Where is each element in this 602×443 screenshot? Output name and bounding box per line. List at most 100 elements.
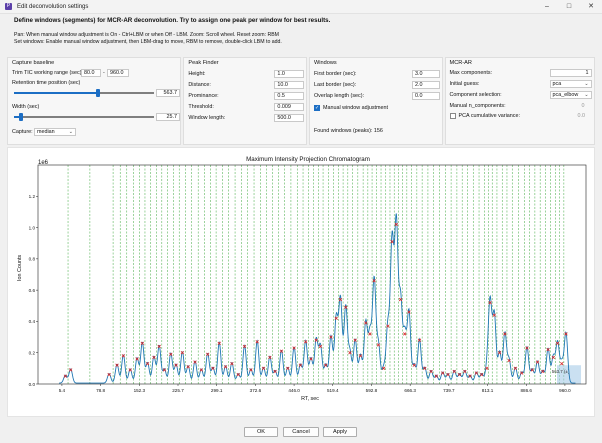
x-tick-label: 225.7: [172, 388, 184, 393]
rt-position-label: Retention time position (sec): [12, 80, 81, 86]
width-slider-track[interactable]: [14, 116, 154, 118]
maximize-icon[interactable]: □: [558, 0, 580, 14]
rt-value-field[interactable]: 563.7: [156, 89, 180, 97]
y-tick-label: 0.4: [29, 319, 36, 324]
y-axis-label: Ion Counts: [17, 255, 23, 281]
chart-title: Maximum Intensity Projection Chromatogra…: [246, 156, 370, 163]
title-bar: P Edit deconvolution settings – □ ✕: [0, 0, 602, 14]
dialog-footer: OK Cancel Apply: [0, 421, 602, 443]
window-controls: – □ ✕: [536, 0, 602, 14]
width-slider-thumb[interactable]: [19, 113, 23, 121]
threshold-label: Threshold:: [188, 104, 214, 110]
pca-variance-label: PCA cumulative variance:: [458, 113, 520, 119]
initial-guess-select[interactable]: pca ⌄: [549, 80, 592, 88]
trim-dash: -: [103, 70, 105, 76]
close-icon[interactable]: ✕: [580, 0, 602, 14]
capture-label: Capture:: [12, 129, 33, 135]
chevron-down-icon: ⌄: [584, 92, 589, 98]
initial-guess-value: pca: [552, 81, 562, 87]
x-tick-label: 5.4: [59, 388, 66, 393]
chromatogram-line: [59, 213, 576, 384]
x-tick-label: 886.6: [520, 388, 532, 393]
peak-marker: [560, 361, 564, 366]
rt-slider-thumb[interactable]: [96, 89, 100, 97]
ok-button[interactable]: OK: [244, 427, 278, 437]
chevron-down-icon: ⌄: [584, 81, 589, 87]
prominence-input[interactable]: 0.5: [274, 92, 305, 100]
component-selection-select[interactable]: pca_elbow ⌄: [549, 91, 592, 99]
initial-guess-label: Initial guess:: [449, 81, 480, 87]
cancel-button[interactable]: Cancel: [283, 427, 319, 437]
trim-to-input[interactable]: 960.0: [107, 69, 129, 77]
max-components-label: Max components:: [449, 70, 493, 76]
y-tick-label: 1.2: [29, 194, 36, 199]
instructions: Define windows (segments) for MCR-AR dec…: [14, 17, 594, 46]
manual-adjustment-checkbox[interactable]: ✓: [313, 105, 320, 111]
x-tick-label: 666.3: [404, 388, 416, 393]
max-components-input[interactable]: 1: [549, 69, 592, 77]
window-title: Edit deconvolution settings: [17, 3, 89, 10]
trim-label: Trim TIC working range (sec):: [12, 70, 83, 76]
chromatogram-plot[interactable]: Maximum Intensity Projection Chromatogra…: [7, 147, 595, 417]
found-windows-text: Found windows (peaks): 156: [313, 128, 383, 134]
rt-slider-fill: [14, 92, 98, 94]
instructions-heading: Define windows (segments) for MCR-AR dec…: [14, 17, 331, 24]
peak-finder-panel: Peak Finder Height: 1.0 Distance: 10.0 P…: [183, 57, 307, 145]
panel-title: Capture baseline: [12, 60, 55, 66]
distance-input[interactable]: 10.0: [274, 81, 305, 89]
capture-select-value: median: [37, 129, 55, 135]
threshold-input[interactable]: 0.009: [274, 103, 305, 111]
x-tick-label: 152.3: [134, 388, 146, 393]
y-tick-label: 0.6: [29, 288, 36, 293]
first-border-input[interactable]: 3.0: [411, 70, 440, 78]
last-border-label: Last border (sec):: [313, 82, 357, 88]
y-tick-label: 0.0: [29, 382, 36, 387]
width-value-field[interactable]: 25.7: [156, 113, 180, 121]
width-label: Width (sec): [12, 104, 40, 110]
app-icon: P: [5, 3, 12, 10]
manual-adjustment-label: Manual window adjustment: [322, 105, 389, 111]
prominence-label: Prominance:: [188, 93, 219, 99]
component-selection-label: Component selection:: [449, 92, 502, 98]
window-length-label: Window length:: [188, 115, 226, 121]
last-border-input[interactable]: 2.0: [411, 81, 440, 89]
height-label: Height:: [188, 71, 206, 77]
x-tick-label: 78.8: [96, 388, 105, 393]
windows-panel: Windows First border (sec): 3.0 Last bor…: [308, 57, 443, 145]
x-tick-label: 960.0: [559, 388, 571, 393]
x-tick-label: 446.0: [288, 388, 300, 393]
height-input[interactable]: 1.0: [274, 70, 305, 78]
trim-from-input[interactable]: 80.0: [81, 69, 101, 77]
y-tick-label: 0.8: [29, 257, 36, 262]
panel-title: Windows: [313, 60, 337, 66]
mcr-ar-panel: MCR-AR Max components: 1 Initial guess: …: [444, 57, 596, 145]
y-tick-label: 1.0: [29, 225, 36, 230]
window-instructions: Set windows: Enable manual window adjust…: [14, 39, 282, 45]
first-border-label: First border (sec):: [313, 71, 357, 77]
pan-instructions: Pan: When manual window adjustment is On…: [14, 32, 279, 38]
manual-n-components-label: Manual n_components:: [449, 103, 506, 109]
x-tick-label: 519.4: [327, 388, 339, 393]
capture-select[interactable]: median ⌄: [34, 128, 76, 136]
baseline-label: 563.7 (±): [552, 369, 570, 374]
distance-label: Distance:: [188, 82, 211, 88]
pca-variance-checkbox[interactable]: [449, 113, 456, 119]
chromatogram-chart[interactable]: Maximum Intensity Projection Chromatogra…: [8, 148, 594, 416]
overlap-label: Overlap length (sec):: [313, 93, 365, 99]
capture-baseline-panel: Capture baseline Trim TIC working range …: [7, 57, 182, 145]
panel-title: MCR-AR: [449, 60, 472, 66]
window-length-input[interactable]: 500.0: [274, 114, 305, 122]
settings-panels: Capture baseline Trim TIC working range …: [7, 57, 596, 145]
x-axis-label: RT, sec: [301, 396, 319, 402]
minimize-icon[interactable]: –: [536, 0, 558, 14]
x-tick-label: 813.1: [482, 388, 494, 393]
component-selection-value: pca_elbow: [552, 92, 579, 98]
apply-button[interactable]: Apply: [323, 427, 357, 437]
peak-marker: [368, 332, 372, 336]
y-tick-label: 0.2: [29, 351, 36, 356]
chevron-down-icon: ⌄: [68, 129, 73, 135]
x-tick-label: 592.8: [366, 388, 378, 393]
panel-title: Peak Finder: [188, 60, 219, 66]
manual-n-components-value: 0: [581, 103, 585, 109]
overlap-input[interactable]: 0.0: [411, 92, 440, 100]
